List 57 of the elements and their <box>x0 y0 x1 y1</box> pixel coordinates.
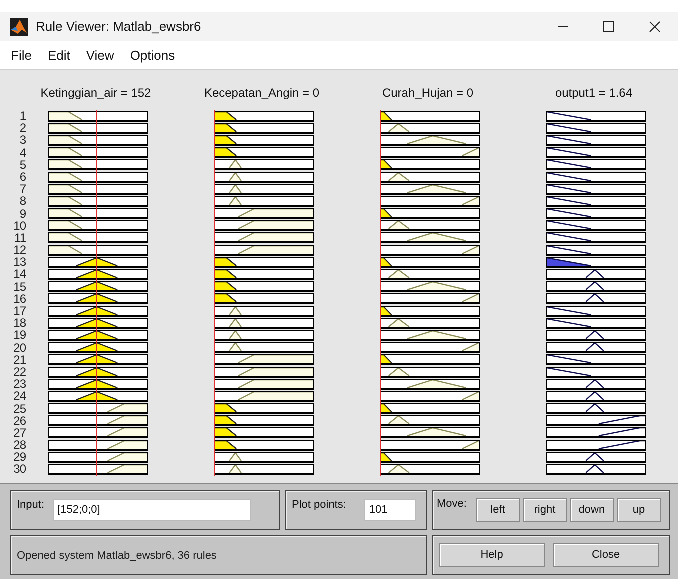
rule-number: 22 <box>14 366 26 378</box>
status-message: Opened system Matlab_ewsbr6, 36 rules <box>17 550 217 562</box>
menu-item[interactable]: Edit <box>40 44 78 66</box>
variable-header: Curah_Hujan = 0 <box>382 86 474 102</box>
rule-number: 7 <box>20 183 26 196</box>
rule-number: 10 <box>14 220 26 232</box>
rule-number: 26 <box>14 414 26 427</box>
rule-number: 5 <box>20 158 26 171</box>
dialog-button[interactable]: Help <box>439 543 545 567</box>
menu-item[interactable]: Options <box>123 44 182 66</box>
variable-header: output1 = 1.64 <box>555 86 633 102</box>
rule-number: 23 <box>14 378 26 390</box>
rule-number: 2 <box>20 122 26 134</box>
rule-number: 8 <box>20 195 26 208</box>
plot-points-field[interactable]: 101 <box>364 499 416 521</box>
close-icon <box>649 20 661 32</box>
rule-number: 19 <box>14 329 26 342</box>
menu-item[interactable]: View <box>79 44 122 66</box>
variable-header: Ketinggian_air = 152 <box>40 86 152 102</box>
rule-number: 29 <box>14 451 26 464</box>
rule-number: 16 <box>14 292 26 305</box>
move-label: Move: <box>437 498 467 510</box>
move-button[interactable]: right <box>522 498 567 522</box>
input-value-line[interactable] <box>380 110 381 476</box>
rule-number: 30 <box>14 463 26 476</box>
rule-number: 9 <box>20 208 26 220</box>
rule-number: 4 <box>20 146 26 159</box>
rule-number: 27 <box>14 426 26 440</box>
rule-number: 6 <box>20 170 26 184</box>
rule-number: 1 <box>20 110 26 122</box>
rule-number: 14 <box>14 268 26 281</box>
rule-number: 13 <box>14 256 26 268</box>
rule-number: 20 <box>14 342 26 354</box>
input-field[interactable]: [152;0;0] <box>52 499 251 521</box>
input-value-line[interactable] <box>96 110 98 476</box>
move-button[interactable]: up <box>616 498 661 522</box>
input-label: Input: <box>17 499 45 511</box>
variable-header: Kecepatan_Angin = 0 <box>204 86 320 102</box>
move-button[interactable]: left <box>476 498 520 522</box>
move-button[interactable]: down <box>570 498 614 522</box>
rule-number: 18 <box>14 317 26 330</box>
rule-number: 11 <box>14 232 26 244</box>
rule-number: 21 <box>14 354 26 366</box>
rule-number: 3 <box>20 134 26 147</box>
rule-number: 12 <box>14 244 26 256</box>
rule-number: 25 <box>14 402 26 415</box>
input-value-line[interactable] <box>214 110 215 476</box>
rule-number: 24 <box>14 390 26 402</box>
rule-number: 17 <box>14 305 26 318</box>
app-logo-icon <box>10 18 28 36</box>
window-title: Rule Viewer: Matlab_ewsbr6 <box>36 19 202 34</box>
maximize-icon <box>603 20 615 32</box>
dialog-button[interactable]: Close <box>553 543 659 567</box>
plot-points-label: Plot points: <box>292 499 346 511</box>
menu-item[interactable]: File <box>4 44 39 66</box>
rule-number: 15 <box>14 280 26 293</box>
rule-number: 28 <box>14 439 26 452</box>
